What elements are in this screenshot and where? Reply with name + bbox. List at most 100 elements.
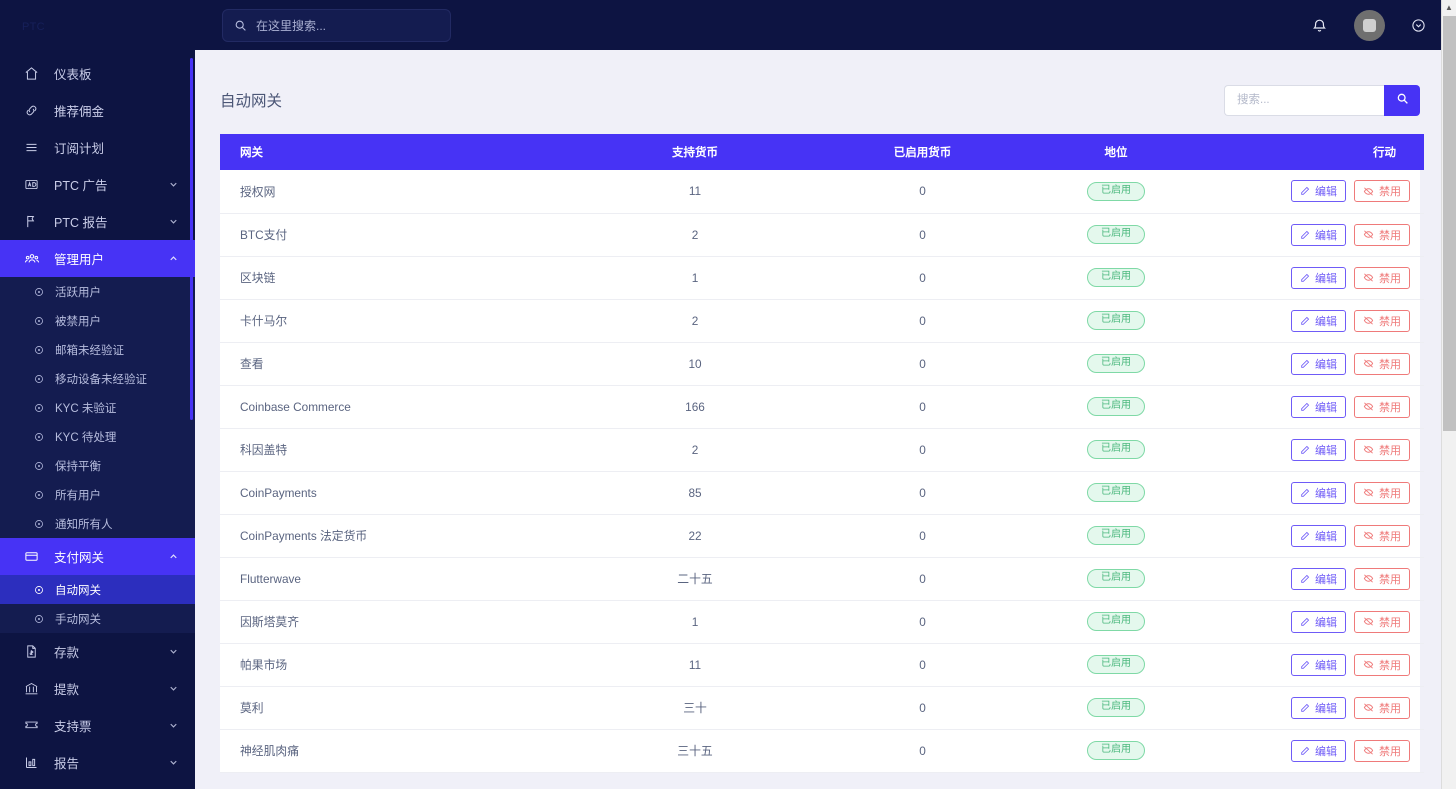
cell-enabled-currency: 0	[815, 686, 1030, 730]
disable-button[interactable]: 禁用	[1354, 610, 1410, 633]
sidebar-item-ptc-ads[interactable]: PTC 广告	[0, 166, 195, 203]
disable-button[interactable]: 禁用	[1354, 395, 1410, 418]
edit-button[interactable]: 编辑	[1291, 438, 1346, 461]
submenu-item-email-unverified[interactable]: 邮箱未经验证	[0, 335, 195, 364]
cell-enabled-currency: 0	[815, 557, 1030, 601]
disable-button[interactable]: 禁用	[1354, 524, 1410, 547]
search-button[interactable]	[1384, 84, 1420, 116]
disable-button[interactable]: 禁用	[1354, 266, 1410, 289]
disable-button[interactable]: 禁用	[1354, 567, 1410, 590]
submenu-item-label: 所有用户	[55, 489, 101, 502]
cell-enabled-currency: 0	[815, 729, 1030, 773]
submenu-item-kyc-pending[interactable]: KYC 待处理	[0, 422, 195, 451]
search-input[interactable]	[1224, 84, 1384, 116]
sidebar-item-withdrawals[interactable]: 提款	[0, 670, 195, 707]
sidebar-item-dashboard[interactable]: 仪表板	[0, 55, 195, 92]
submenu-item-label: KYC 待处理	[55, 431, 117, 444]
scroll-up-arrow[interactable]: ▲	[1442, 0, 1456, 15]
disable-button-label: 禁用	[1379, 358, 1401, 371]
submenu-item-all-users[interactable]: 所有用户	[0, 480, 195, 509]
circle-dot-icon	[33, 489, 44, 500]
sidebar-item-referral-commission[interactable]: 推荐佣金	[0, 92, 195, 129]
edit-button[interactable]: 编辑	[1291, 352, 1346, 375]
submenu-item-with-balance[interactable]: 保持平衡	[0, 451, 195, 480]
sidebar-scrollbar[interactable]	[190, 58, 193, 420]
cell-enabled-currency: 0	[815, 342, 1030, 386]
disable-button[interactable]: 禁用	[1354, 653, 1410, 676]
bell-icon[interactable]	[1311, 17, 1328, 34]
edit-button[interactable]: 编辑	[1291, 481, 1346, 504]
edit-button[interactable]: 编辑	[1291, 696, 1346, 719]
table-header-row: 网关 支持货币 已启用货币 地位 行动	[220, 134, 1424, 170]
edit-button[interactable]: 编辑	[1291, 524, 1346, 547]
edit-button[interactable]: 编辑	[1291, 567, 1346, 590]
table-row: BTC支付 2 0 已启用 编辑 禁用	[220, 213, 1424, 257]
submenu-item-banned-users[interactable]: 被禁用户	[0, 306, 195, 335]
submenu-item-label: 邮箱未经验证	[55, 344, 124, 357]
edit-button-label: 编辑	[1315, 487, 1337, 500]
manage-users-submenu: 活跃用户 被禁用户 邮箱未经验证 移动设备未经验证 KYC 未验证 KYC 待处…	[0, 277, 195, 538]
sidebar-item-support-tickets[interactable]: 支持票	[0, 707, 195, 744]
disable-button[interactable]: 禁用	[1354, 309, 1410, 332]
submenu-item-notify-all[interactable]: 通知所有人	[0, 509, 195, 538]
global-search-input[interactable]: 在这里搜索...	[222, 8, 451, 42]
topbar-actions	[1311, 9, 1426, 41]
circle-dot-icon	[33, 431, 44, 442]
circle-dot-icon	[33, 518, 44, 529]
table-row: 帕果市场 11 0 已启用 编辑 禁用	[220, 643, 1424, 687]
pencil-icon	[1300, 359, 1310, 369]
submenu-item-label: 手动网关	[55, 613, 101, 626]
sidebar-item-manage-users[interactable]: 管理用户	[0, 240, 195, 277]
cell-supported-currency: 2	[575, 428, 815, 472]
edit-button[interactable]: 编辑	[1291, 223, 1346, 246]
cell-actions: 编辑 禁用	[1202, 686, 1424, 730]
status-badge: 已启用	[1087, 181, 1145, 201]
sidebar-item-subscription-plan[interactable]: 订阅计划	[0, 129, 195, 166]
edit-button-label: 编辑	[1315, 702, 1337, 715]
sidebar: PTC 仪表板 推荐佣金 订阅计划 PTC 广告 PTC 报告 管理用户 活跃用…	[0, 0, 195, 789]
list-icon	[22, 138, 41, 157]
disable-button[interactable]: 禁用	[1354, 696, 1410, 719]
circle-dot-icon	[33, 373, 44, 384]
submenu-item-active-users[interactable]: 活跃用户	[0, 277, 195, 306]
submenu-item-mobile-unverified[interactable]: 移动设备未经验证	[0, 364, 195, 393]
disable-button[interactable]: 禁用	[1354, 481, 1410, 504]
submenu-item-label: 活跃用户	[55, 286, 101, 299]
sidebar-item-payment-gateways[interactable]: 支付网关	[0, 538, 195, 575]
page-scrollbar[interactable]: ▲	[1441, 0, 1456, 789]
disable-button[interactable]: 禁用	[1354, 223, 1410, 246]
cell-enabled-currency: 0	[815, 299, 1030, 343]
submenu-item-automatic-gateway[interactable]: 自动网关	[0, 575, 195, 604]
submenu-item-kyc-unverified[interactable]: KYC 未验证	[0, 393, 195, 422]
sidebar-item-ptc-reports[interactable]: PTC 报告	[0, 203, 195, 240]
edit-button[interactable]: 编辑	[1291, 653, 1346, 676]
eye-slash-icon	[1363, 315, 1374, 326]
global-search-placeholder: 在这里搜索...	[256, 18, 327, 33]
eye-slash-icon	[1363, 487, 1374, 498]
cell-status: 已启用	[1030, 557, 1202, 601]
chevron-down-icon	[168, 757, 179, 768]
table-row: 卡什马尔 2 0 已启用 编辑 禁用	[220, 299, 1424, 343]
scrollbar-thumb[interactable]	[1443, 16, 1456, 431]
brand-logo[interactable]: PTC	[0, 0, 195, 55]
edit-button[interactable]: 编辑	[1291, 309, 1346, 332]
disable-button[interactable]: 禁用	[1354, 739, 1410, 762]
disable-button[interactable]: 禁用	[1354, 352, 1410, 375]
cell-enabled-currency: 0	[815, 256, 1030, 300]
edit-button[interactable]: 编辑	[1291, 395, 1346, 418]
edit-button[interactable]: 编辑	[1291, 180, 1346, 203]
edit-button[interactable]: 编辑	[1291, 266, 1346, 289]
edit-button[interactable]: 编辑	[1291, 610, 1346, 633]
table-row: 科因盖特 2 0 已启用 编辑 禁用	[220, 428, 1424, 472]
submenu-item-label: 移动设备未经验证	[55, 373, 147, 386]
sidebar-item-deposits[interactable]: 存款	[0, 633, 195, 670]
sidebar-item-label: 支持票	[54, 720, 92, 734]
edit-button[interactable]: 编辑	[1291, 739, 1346, 762]
sidebar-item-reports[interactable]: 报告	[0, 744, 195, 781]
submenu-item-manual-gateway[interactable]: 手动网关	[0, 604, 195, 633]
chevron-down-circle-icon[interactable]	[1411, 18, 1426, 33]
avatar[interactable]	[1354, 9, 1385, 41]
cell-status: 已启用	[1030, 643, 1202, 687]
disable-button[interactable]: 禁用	[1354, 180, 1410, 203]
disable-button[interactable]: 禁用	[1354, 438, 1410, 461]
